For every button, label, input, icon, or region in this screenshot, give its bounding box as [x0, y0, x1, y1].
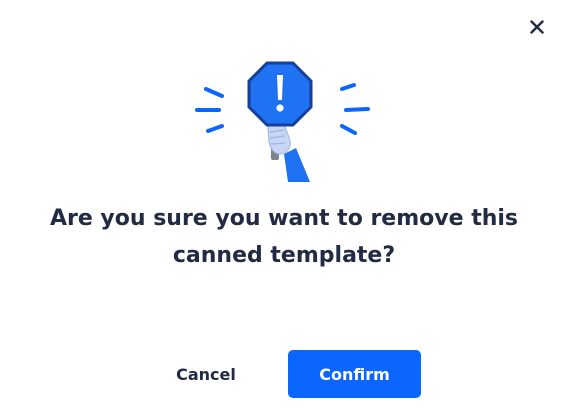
dialog-title: Are you sure you want to remove this can… [49, 206, 519, 268]
warning-sign-icon [195, 61, 370, 182]
cancel-button[interactable]: Cancel [160, 352, 252, 396]
close-icon [530, 20, 544, 34]
close-button[interactable] [524, 14, 550, 40]
confirm-button[interactable]: Confirm [288, 350, 421, 398]
confirm-remove-dialog: Are you sure you want to remove this can… [0, 0, 568, 415]
